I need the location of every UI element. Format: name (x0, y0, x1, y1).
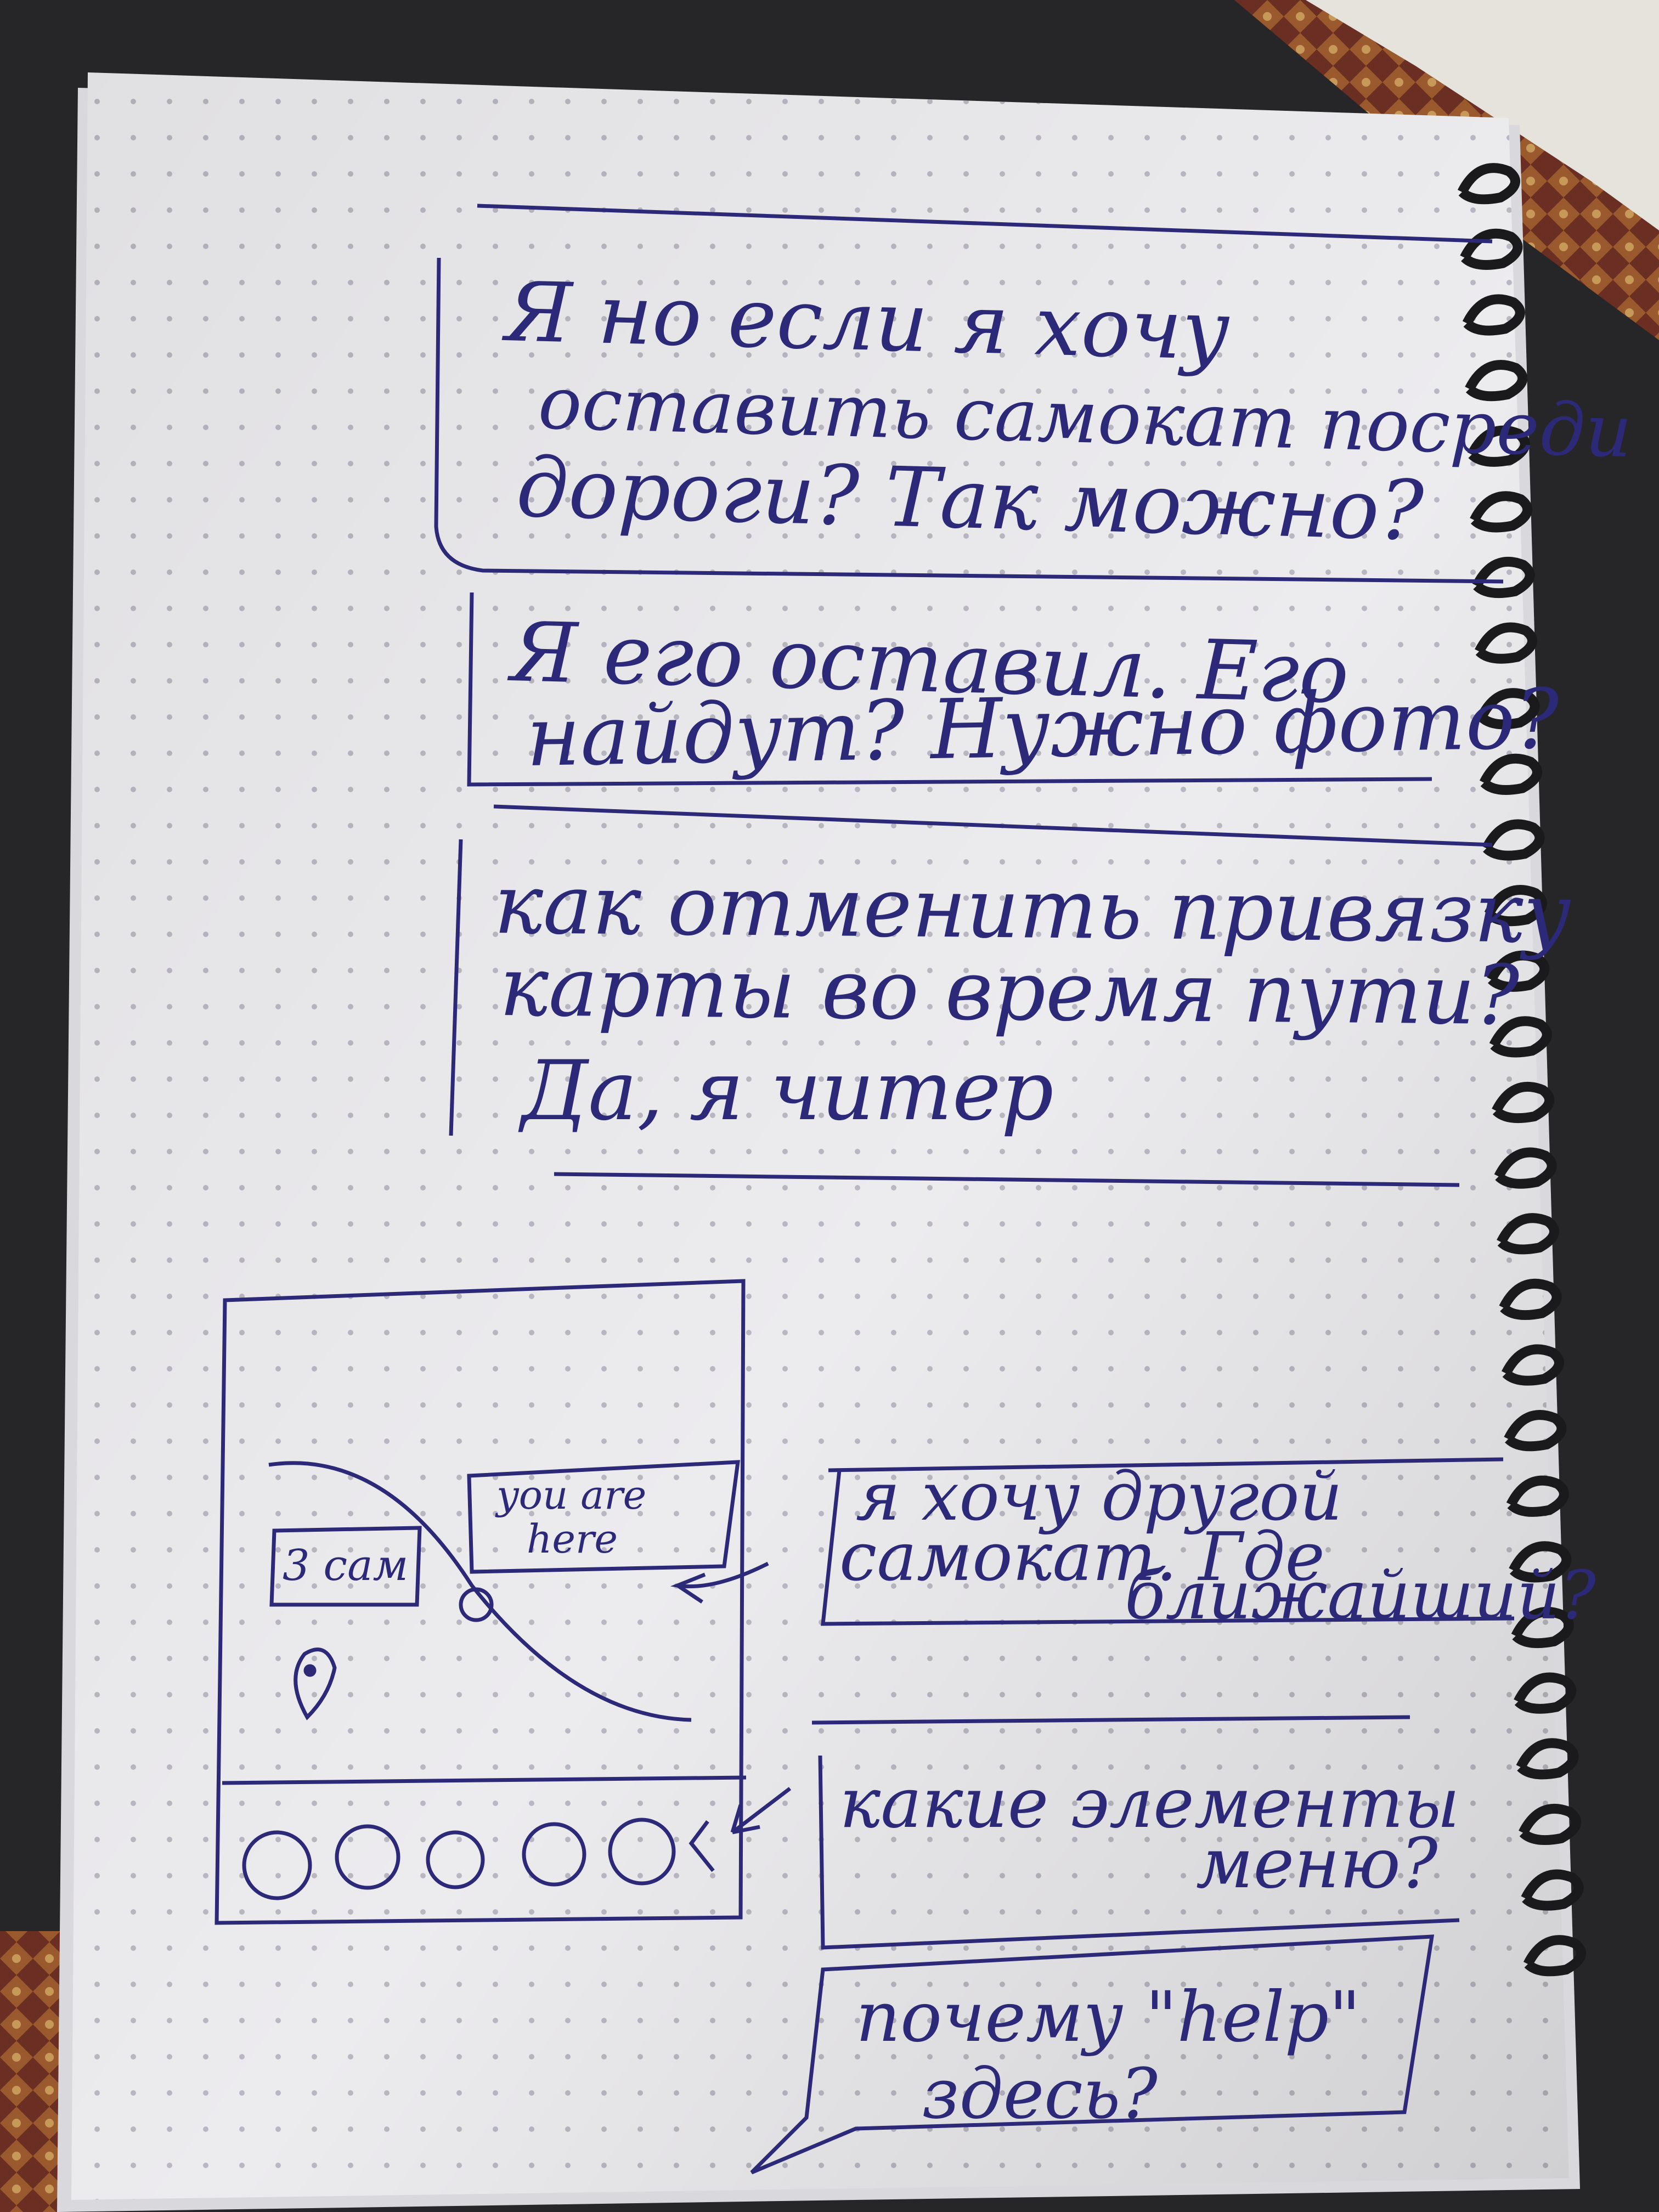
location-label-line-1: you are (495, 1472, 646, 1518)
side-note-1-line-3: ближайший? (1125, 1556, 1596, 1634)
note-1-line-1: Я но если я хочу (501, 264, 1231, 379)
location-label-line-2: here (527, 1516, 618, 1562)
pin-dot (303, 1664, 317, 1677)
side-note-3-line-1: почему "help" (856, 1977, 1361, 2057)
note-3-line-2: карты во время пути? (499, 939, 1521, 1043)
side-note-2-line-2: меню? (1196, 1823, 1438, 1904)
note-3-line-3: Да, я читер (518, 1043, 1054, 1139)
note-2-line-2: найдут? Нужно фото? (526, 672, 1561, 785)
notebook-photo: Я но если я хочу оставить самокат посред… (0, 0, 1659, 2212)
scooter-label: 3 сам (283, 1541, 408, 1590)
carpet-bottom-left (0, 1931, 66, 2212)
side-note-3-line-2: здесь? (922, 2053, 1158, 2134)
